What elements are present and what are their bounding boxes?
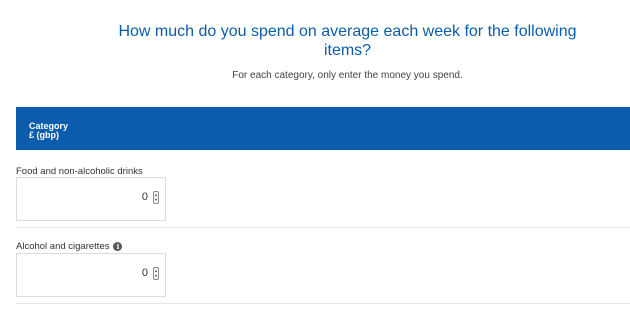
table-header: Category £ (gbp) [16, 107, 630, 150]
row-label-food: Food and non-alcoholic drinks [16, 166, 143, 177]
question-instruction: For each category, only enter the money … [232, 70, 463, 81]
spinner-up-icon[interactable] [155, 194, 157, 196]
survey-page: How much do you spend on average each we… [0, 0, 630, 309]
spinner-down-icon[interactable] [155, 275, 157, 277]
number-spinner[interactable] [153, 191, 159, 204]
food-amount-input[interactable]: 0 [16, 177, 166, 221]
row-divider [16, 227, 630, 228]
input-value: 0 [141, 191, 148, 203]
header-gbp: £ (gbp) [29, 130, 59, 140]
info-icon[interactable]: i [113, 242, 123, 251]
number-spinner[interactable] [153, 267, 159, 280]
spinner-down-icon[interactable] [155, 199, 157, 201]
row-label-alcohol: Alcohol and cigarettes i [16, 241, 123, 252]
row-divider [16, 303, 630, 304]
alcohol-amount-input[interactable]: 0 [16, 253, 166, 297]
question-title: How much do you spend on average each we… [118, 23, 577, 59]
spinner-up-icon[interactable] [155, 270, 157, 272]
row-label-text: Food and non-alcoholic drinks [16, 166, 143, 177]
input-value: 0 [141, 267, 148, 279]
row-label-text: Alcohol and cigarettes [16, 241, 110, 252]
